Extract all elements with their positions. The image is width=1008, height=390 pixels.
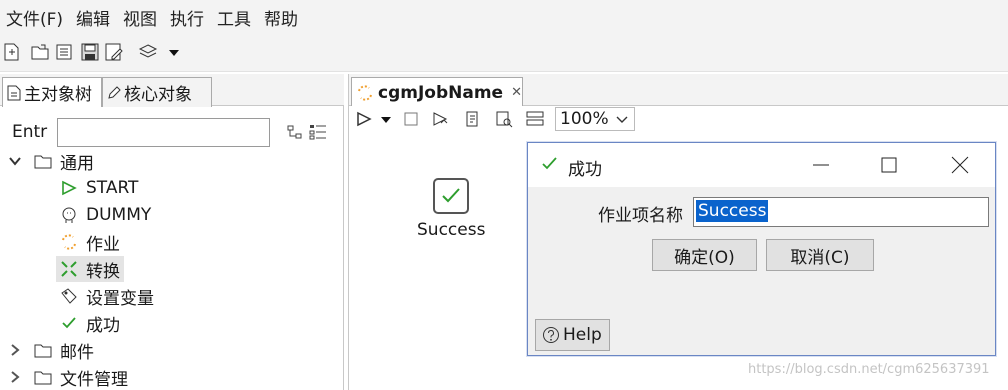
transform-icon [61, 261, 77, 277]
stop-icon[interactable] [403, 111, 419, 127]
close-tab-icon[interactable]: ✕ [511, 85, 522, 100]
save-icon[interactable] [80, 42, 100, 62]
open-folder-icon[interactable] [30, 42, 50, 62]
menu-run[interactable]: 执行 [170, 5, 204, 30]
job-icon [62, 234, 76, 250]
tree-folder-file-management[interactable]: 文件管理 [34, 364, 128, 390]
help-label: Help [563, 325, 602, 345]
dropdown-arrow-icon[interactable] [164, 42, 184, 62]
database-search-icon[interactable] [495, 110, 513, 128]
document-icon [7, 85, 21, 100]
layers-icon[interactable] [138, 42, 158, 62]
dummy-icon [62, 207, 76, 223]
ok-button[interactable]: 确定(O) [652, 239, 757, 271]
tree-item-job[interactable]: 作业 [60, 229, 120, 255]
tree-label: 文件管理 [60, 369, 128, 390]
check-icon [542, 157, 557, 170]
job-entry-name-value: Success [696, 200, 769, 222]
menu-file[interactable]: 文件(F) [6, 5, 63, 30]
tab-title: cgmJobName [378, 82, 504, 103]
tree-label: 通用 [60, 153, 94, 174]
tree-item-dummy[interactable]: DUMMY [60, 202, 151, 228]
check-icon [442, 188, 460, 203]
job-icon [358, 84, 372, 101]
tree-item-start[interactable]: START [60, 175, 138, 201]
folder-icon [34, 155, 52, 169]
zoom-select[interactable]: 100% [555, 107, 635, 131]
tree-label: DUMMY [86, 205, 152, 225]
tree-label: 成功 [86, 315, 120, 336]
folder-icon [34, 371, 52, 385]
set-variable-icon [61, 288, 77, 304]
tree-folder-mail[interactable]: 邮件 [34, 337, 94, 363]
collapse-all-icon[interactable] [309, 124, 327, 140]
tab-core-objects[interactable]: 核心对象 [102, 77, 212, 107]
main-toolbar [0, 34, 1008, 72]
minimize-icon[interactable] [809, 153, 833, 177]
align-icon[interactable] [525, 110, 545, 128]
tree-item-set-variable[interactable]: 设置变量 [60, 283, 154, 309]
tree-item-success[interactable]: 成功 [60, 310, 120, 336]
success-dialog: 成功 作业项名称 Success 确定(O) 取消(C) Help [527, 142, 996, 356]
cancel-button[interactable]: 取消(C) [766, 239, 874, 271]
tab-label: 核心对象 [124, 85, 192, 105]
pencil-icon [108, 85, 121, 99]
menu-help[interactable]: 帮助 [264, 5, 298, 30]
dialog-title: 成功 [568, 160, 602, 180]
tree-label: 作业 [86, 234, 120, 255]
tab-job[interactable]: cgmJobName ✕ [351, 77, 523, 107]
chevron-down-icon [616, 116, 628, 123]
success-node[interactable] [433, 178, 469, 214]
save-as-icon[interactable] [104, 42, 124, 62]
chevron-down-icon[interactable] [8, 154, 22, 168]
dialog-titlebar: 成功 [528, 143, 995, 187]
chevron-right-icon[interactable] [8, 370, 22, 384]
check-icon [62, 317, 76, 329]
tree-label: 转换 [86, 261, 120, 282]
tree-label: 设置变量 [86, 288, 154, 309]
help-button[interactable]: Help [535, 319, 610, 351]
left-panel: 主对象树 核心对象 Entr 通用 START DUMMY 作业 转换 设置变量… [0, 74, 344, 390]
tab-label: 主对象树 [24, 85, 92, 105]
tree-label: START [86, 178, 139, 198]
run-dropdown-icon[interactable] [379, 110, 393, 128]
tree-label: 邮件 [60, 342, 94, 363]
job-entry-name-input[interactable]: Success [693, 197, 989, 227]
job-entry-name-label: 作业项名称 [598, 206, 683, 226]
expand-all-icon[interactable] [287, 124, 303, 140]
properties-icon[interactable] [54, 42, 74, 62]
filter-input[interactable] [57, 118, 270, 147]
tree-item-transform[interactable]: 转换 [56, 256, 124, 282]
editor-tabstrip: cgmJobName ✕ [349, 74, 1008, 107]
menu-bar: 文件(F) 编辑 视图 执行 工具 帮助 [0, 0, 1008, 34]
run-icon[interactable] [355, 110, 373, 128]
close-icon[interactable] [948, 153, 972, 177]
folder-icon [34, 344, 52, 358]
zoom-value: 100% [560, 109, 609, 129]
chevron-right-icon[interactable] [8, 343, 22, 357]
filter-row: Entr [0, 116, 344, 148]
left-tabstrip: 主对象树 核心对象 [0, 74, 344, 107]
tree-folder-general[interactable]: 通用 [34, 148, 94, 174]
menu-view[interactable]: 视图 [123, 5, 157, 30]
preview-icon[interactable] [431, 110, 449, 128]
menu-tools[interactable]: 工具 [217, 5, 251, 30]
menu-edit[interactable]: 编辑 [76, 5, 110, 30]
maximize-icon[interactable] [877, 153, 901, 177]
editor-toolbar: 100% [349, 106, 1008, 132]
watermark: https://blog.csdn.net/cgm625637391 [748, 362, 990, 377]
node-label: Success [417, 220, 486, 240]
filter-label: Entr [12, 122, 48, 142]
play-icon [62, 180, 77, 196]
question-icon [543, 327, 559, 343]
tab-main-object-tree[interactable]: 主对象树 [2, 77, 102, 107]
script-icon[interactable] [463, 110, 481, 128]
new-file-icon[interactable] [2, 42, 22, 62]
